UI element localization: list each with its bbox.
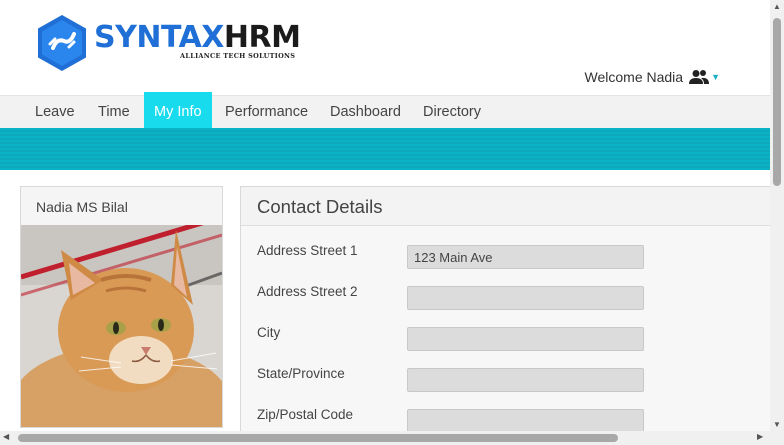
address-street-1-label: Address Street 1 xyxy=(257,243,358,258)
main-nav: Leave Time My Info Performance Dashboard… xyxy=(0,92,770,129)
contact-details-panel: Contact Details Address Street 1 Address… xyxy=(240,186,782,433)
city-input[interactable] xyxy=(407,327,644,351)
nav-item-leave[interactable]: Leave xyxy=(25,96,85,129)
welcome-text: Welcome Nadia xyxy=(584,69,684,85)
scroll-up-icon[interactable]: ▲ xyxy=(773,2,781,11)
profile-card: Nadia MS Bilal xyxy=(20,186,223,428)
city-label: City xyxy=(257,325,281,340)
horizontal-scrollbar[interactable]: ◀ ▶ xyxy=(0,431,784,445)
scroll-right-icon[interactable]: ▶ xyxy=(757,432,763,441)
address-street-1-input[interactable] xyxy=(407,245,644,269)
nav-item-directory[interactable]: Directory xyxy=(413,96,491,129)
profile-photo[interactable] xyxy=(21,225,222,427)
syntaxhrm-logo[interactable]: SYNTAXHRM ALLIANCE TECH SOLUTIONS xyxy=(36,14,301,72)
contact-details-header: Contact Details xyxy=(241,187,781,226)
vertical-scrollbar[interactable]: ▲ ▼ xyxy=(770,0,784,431)
vertical-scroll-thumb[interactable] xyxy=(773,18,781,186)
header-band xyxy=(0,128,770,170)
nav-item-performance[interactable]: Performance xyxy=(215,96,318,129)
zip-postal-code-label: Zip/Postal Code xyxy=(257,407,354,422)
nav-item-dashboard[interactable]: Dashboard xyxy=(320,96,411,129)
address-street-2-label: Address Street 2 xyxy=(257,284,358,299)
scroll-down-icon[interactable]: ▼ xyxy=(773,420,781,429)
zip-postal-code-input[interactable] xyxy=(407,409,644,433)
horizontal-scroll-thumb[interactable] xyxy=(18,434,618,442)
logo-tagline: ALLIANCE TECH SOLUTIONS xyxy=(180,52,296,60)
profile-name: Nadia MS Bilal xyxy=(36,199,128,215)
state-province-label: State/Province xyxy=(257,366,345,381)
welcome-menu[interactable]: Welcome Nadia ▼ xyxy=(585,69,720,85)
scroll-left-icon[interactable]: ◀ xyxy=(3,432,9,441)
cat-photo xyxy=(21,225,222,427)
nav-item-my-info[interactable]: My Info xyxy=(144,92,212,129)
nav-item-time[interactable]: Time xyxy=(88,96,140,129)
app-header: SYNTAXHRM ALLIANCE TECH SOLUTIONS Welcom… xyxy=(0,0,770,95)
logo-hexagon-icon xyxy=(38,15,86,71)
caret-down-icon[interactable]: ▼ xyxy=(711,72,720,82)
users-icon xyxy=(689,70,710,84)
logo-wordmark: SYNTAXHRM xyxy=(94,20,301,55)
contact-details-title: Contact Details xyxy=(257,196,383,217)
address-street-2-input[interactable] xyxy=(407,286,644,310)
state-province-input[interactable] xyxy=(407,368,644,392)
